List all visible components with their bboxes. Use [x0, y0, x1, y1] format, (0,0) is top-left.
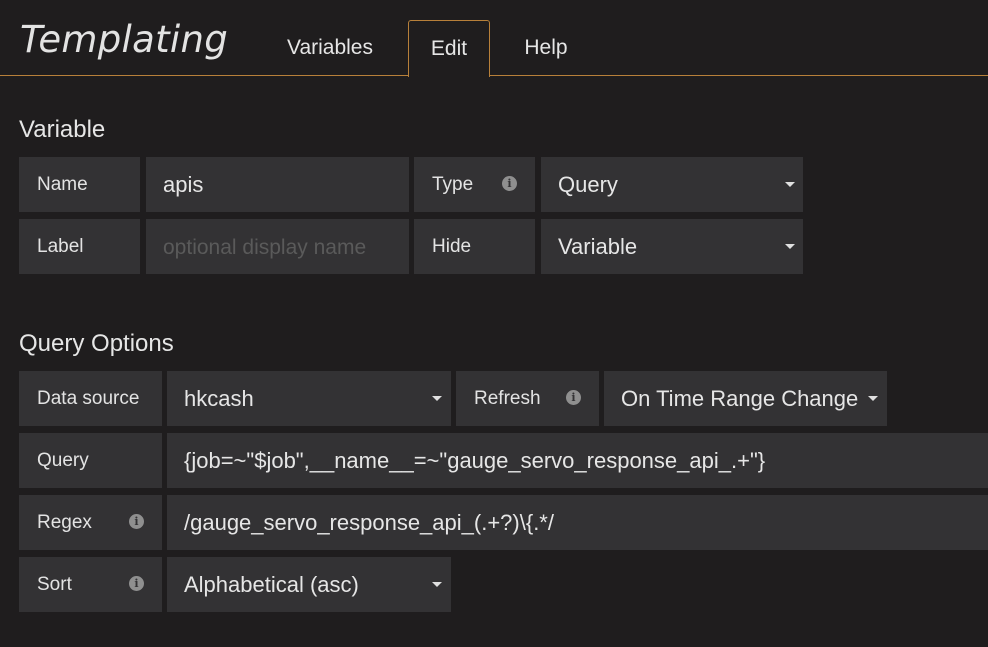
sort-select-value: Alphabetical (asc) — [184, 572, 359, 597]
type-select-value: Query — [558, 172, 618, 197]
refresh-select[interactable]: On Time Range Change — [604, 371, 887, 426]
name-label: Name — [19, 157, 140, 212]
caret-down-icon — [432, 396, 442, 401]
tab-help[interactable]: Help — [505, 20, 587, 76]
name-input[interactable]: apis — [146, 157, 409, 212]
sort-select[interactable]: Alphabetical (asc) — [167, 557, 451, 612]
label-input[interactable]: optional display name — [146, 219, 409, 274]
datasource-select[interactable]: hkcash — [167, 371, 451, 426]
page-title: Templating — [20, 18, 228, 61]
label-label: Label — [19, 219, 140, 274]
sort-label: Sort i — [19, 557, 162, 612]
query-input-value: {job=~"$job",__name__=~"gauge_servo_resp… — [184, 448, 766, 473]
regex-input-value: /gauge_servo_response_api_(.+?)\{.*/ — [184, 510, 554, 535]
caret-down-icon — [785, 244, 795, 249]
variable-section-title: Variable — [19, 116, 106, 143]
tab-variables[interactable]: Variables — [270, 20, 390, 76]
query-label: Query — [19, 433, 162, 488]
label-input-placeholder: optional display name — [163, 236, 367, 259]
caret-down-icon — [432, 582, 442, 587]
sort-label-text: Sort — [37, 574, 72, 595]
query-options-section-title: Query Options — [19, 330, 174, 357]
regex-label-text: Regex — [37, 512, 92, 533]
hide-select-value: Variable — [558, 234, 638, 259]
refresh-label-text: Refresh — [474, 388, 541, 409]
info-icon[interactable]: i — [566, 390, 581, 405]
caret-down-icon — [868, 396, 878, 401]
type-label: Type i — [414, 157, 535, 212]
type-select[interactable]: Query — [541, 157, 803, 212]
datasource-label: Data source — [19, 371, 162, 426]
name-input-value: apis — [163, 172, 204, 197]
info-icon[interactable]: i — [129, 576, 144, 591]
regex-label: Regex i — [19, 495, 162, 550]
type-label-text: Type — [432, 174, 474, 195]
query-input[interactable]: {job=~"$job",__name__=~"gauge_servo_resp… — [167, 433, 988, 488]
refresh-select-value: On Time Range Change — [621, 386, 859, 411]
datasource-select-value: hkcash — [184, 386, 254, 411]
hide-select[interactable]: Variable — [541, 219, 803, 274]
refresh-label: Refresh i — [456, 371, 599, 426]
page-header: Templating Variables Edit Help — [0, 0, 988, 77]
caret-down-icon — [785, 182, 795, 187]
info-icon[interactable]: i — [502, 176, 517, 191]
info-icon[interactable]: i — [129, 514, 144, 529]
regex-input[interactable]: /gauge_servo_response_api_(.+?)\{.*/ — [167, 495, 988, 550]
tab-edit[interactable]: Edit — [408, 20, 490, 77]
hide-label: Hide — [414, 219, 535, 274]
